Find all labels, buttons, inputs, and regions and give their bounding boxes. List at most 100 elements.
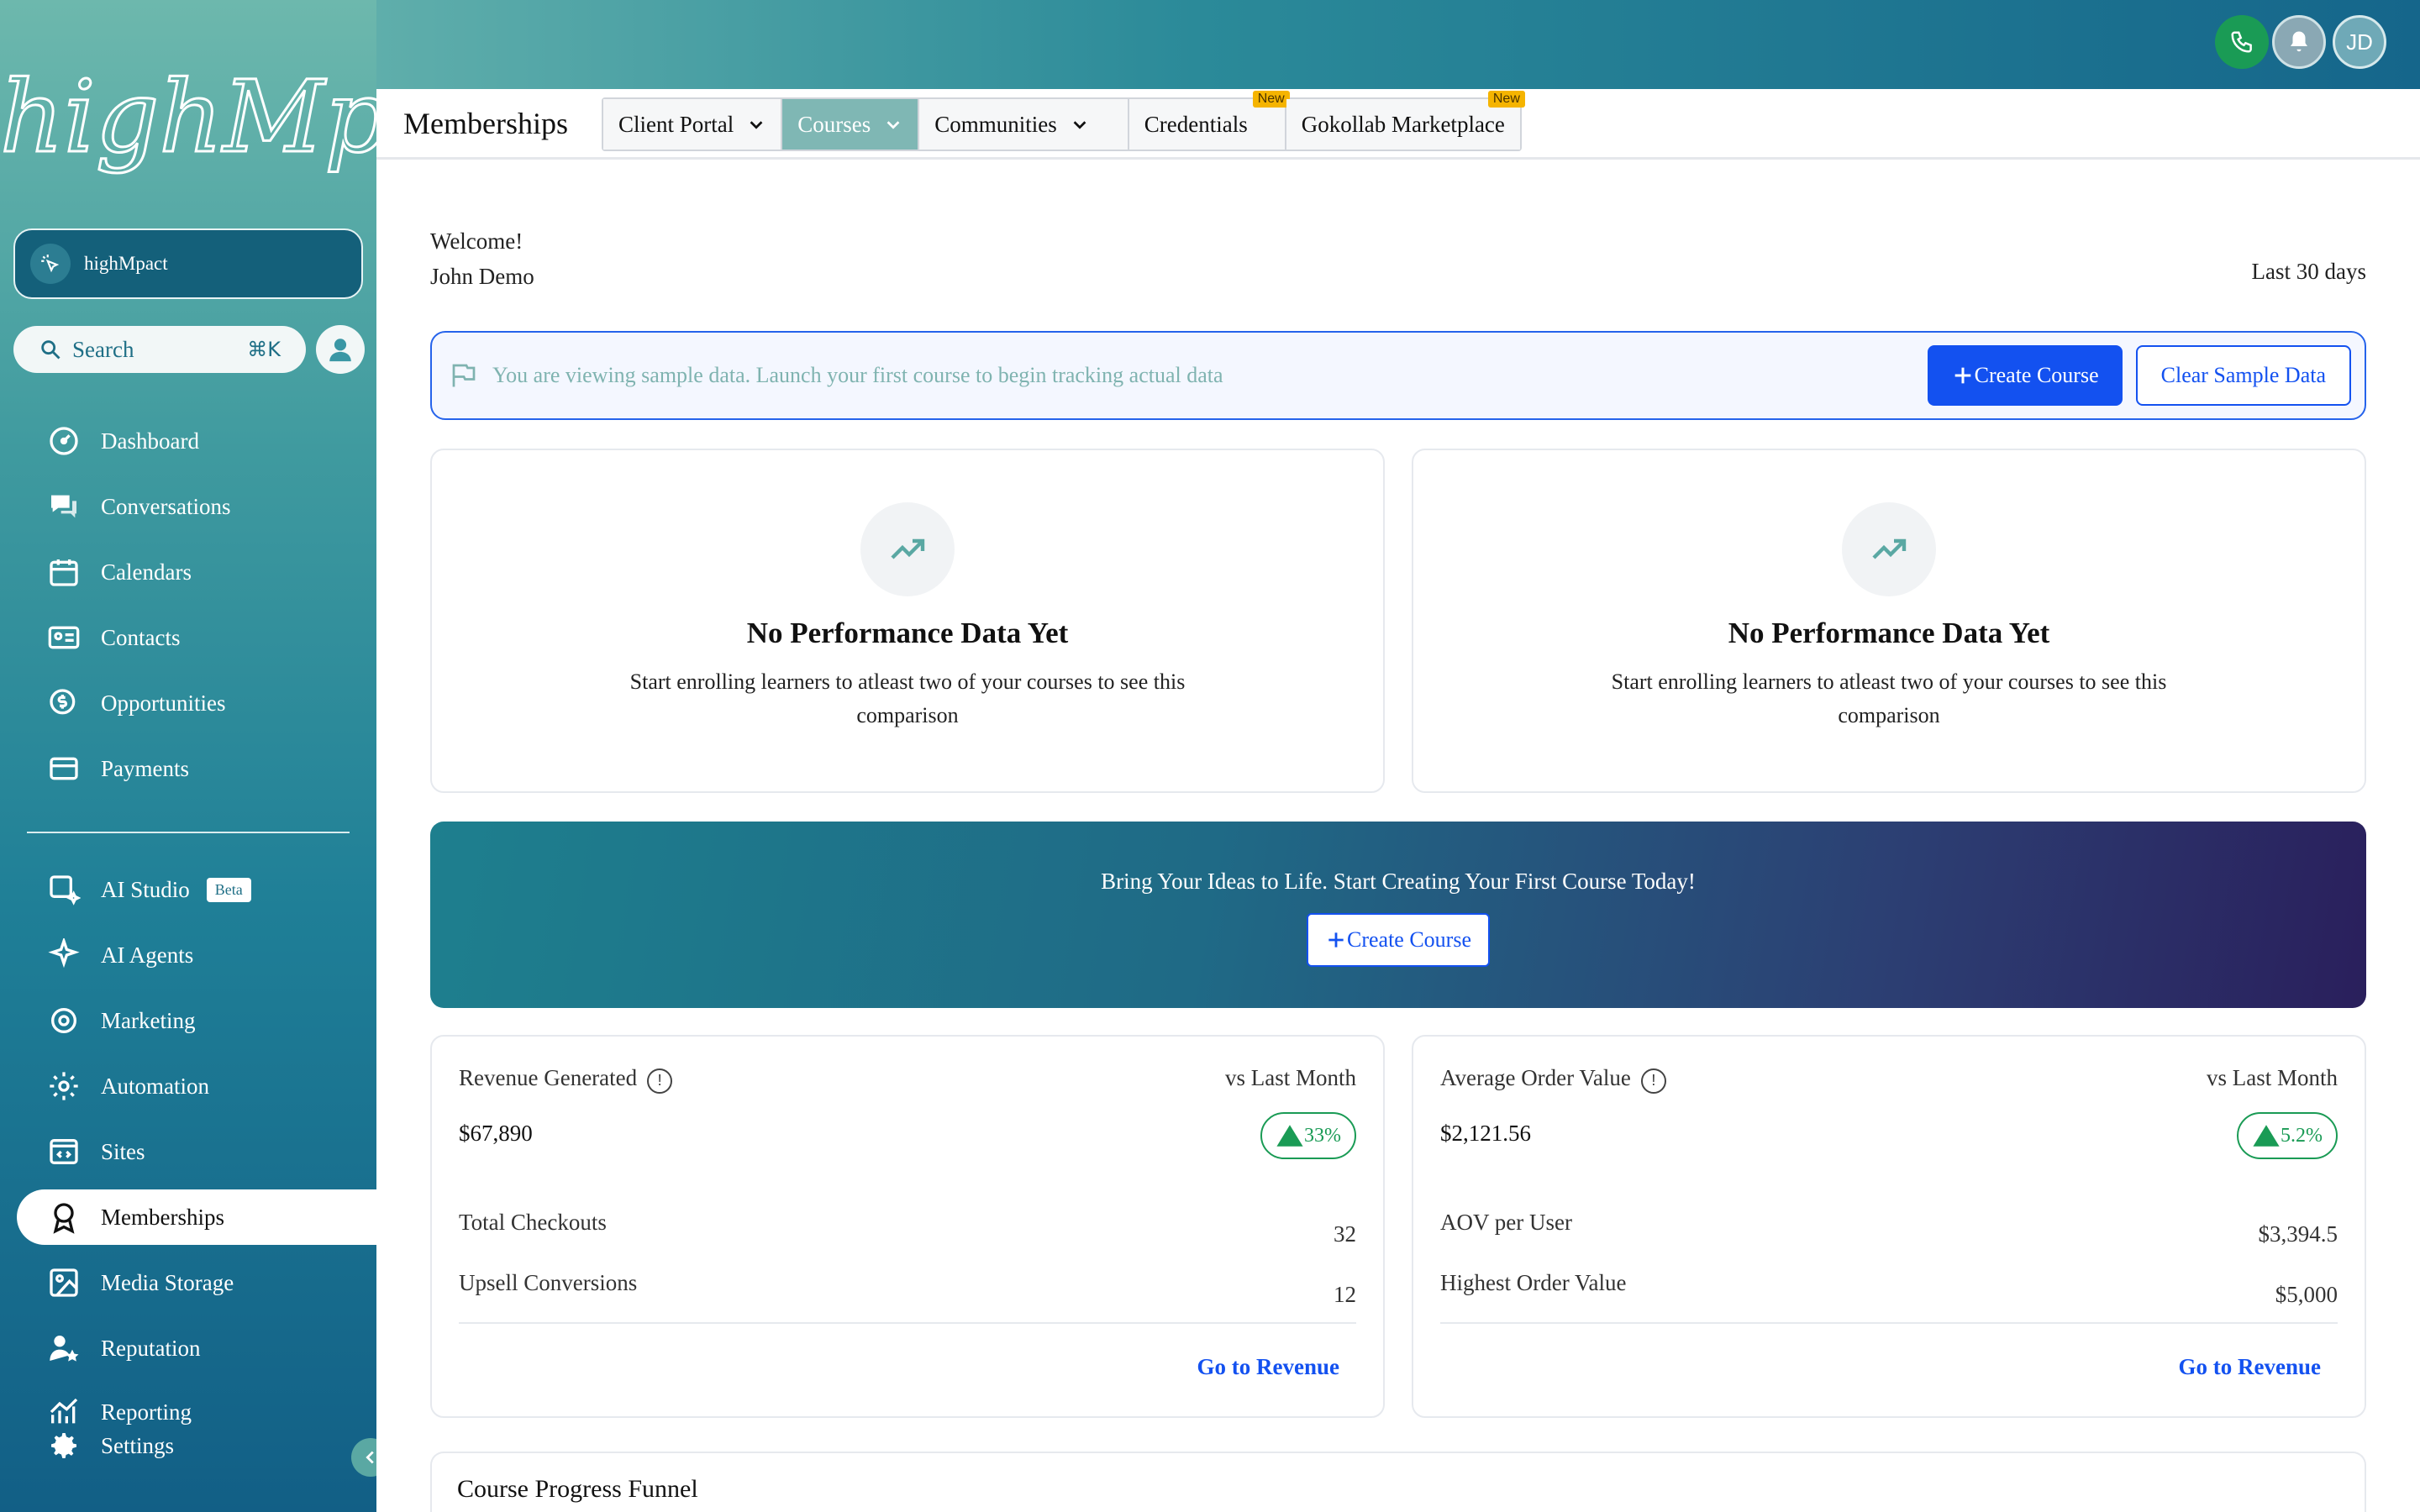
tab-courses[interactable]: Courses xyxy=(782,99,920,150)
stat-title-text: Average Order Value xyxy=(1440,1065,1631,1090)
sub-header: Memberships Client Portal Courses Commun… xyxy=(376,89,2420,160)
sidebar-divider xyxy=(27,832,350,833)
sidebar-item-sites[interactable]: Sites xyxy=(17,1124,376,1179)
go-to-revenue-link[interactable]: Go to Revenue xyxy=(1197,1354,1339,1380)
notifications-button[interactable] xyxy=(2272,15,2326,69)
logo-script: highMpact xyxy=(0,58,544,176)
search-icon xyxy=(41,340,60,360)
sidebar-item-ai-studio[interactable]: AI Studio Beta xyxy=(17,862,376,917)
empty-text: Start enrolling learners to atleast two … xyxy=(1611,669,2167,727)
sidebar-item-marketing[interactable]: Marketing xyxy=(17,993,376,1048)
change-value: 33% xyxy=(1304,1124,1341,1147)
metric-label: AOV per User xyxy=(1440,1210,1572,1235)
metric-label: Total Checkouts xyxy=(459,1210,607,1235)
aov-card: Average Order Value! vs Last Month $2,12… xyxy=(1412,1035,2366,1418)
chat-icon xyxy=(45,488,82,525)
sample-data-message: You are viewing sample data. Launch your… xyxy=(492,363,1223,387)
card-icon xyxy=(45,750,82,787)
profile-button[interactable] xyxy=(316,325,365,374)
tab-communities[interactable]: Communities xyxy=(919,99,1129,150)
stat-value: $67,890 xyxy=(459,1121,533,1146)
stat-compare: vs Last Month xyxy=(1224,1065,1356,1090)
flag-icon xyxy=(452,364,476,387)
triangle-up-icon xyxy=(2253,1125,2280,1147)
sidebar-item-automation[interactable]: Automation xyxy=(17,1058,376,1114)
tab-bar: Client Portal Courses Communities Creden… xyxy=(602,91,1525,151)
performance-empty-card: No Performance Data Yet Start enrolling … xyxy=(430,449,1385,793)
image-icon xyxy=(45,1264,82,1301)
stat-compare: vs Last Month xyxy=(2206,1065,2338,1090)
triangle-up-icon xyxy=(1276,1125,1303,1147)
sidebar-item-label: Contacts xyxy=(101,624,181,650)
stat-title-text: Revenue Generated xyxy=(459,1065,638,1090)
tab-client-portal[interactable]: Client Portal xyxy=(603,99,783,150)
tab-gokollab-marketplace[interactable]: Gokollab Marketplace New xyxy=(1286,91,1525,150)
create-course-button[interactable]: Create Course xyxy=(1927,345,2123,406)
sidebar-item-contacts[interactable]: Contacts xyxy=(17,610,376,665)
sidebar-item-label: AI Agents xyxy=(101,942,194,968)
phone-button[interactable] xyxy=(2215,15,2269,69)
tab-credentials[interactable]: Credentials New xyxy=(1128,91,1290,150)
sidebar-item-opportunities[interactable]: Opportunities xyxy=(17,675,376,731)
welcome-text: Welcome! xyxy=(430,228,523,254)
metric-value: 12 xyxy=(1334,1282,1356,1307)
user-name: John Demo xyxy=(430,264,534,289)
plus-icon xyxy=(1954,367,1970,384)
tab-label: Credentials xyxy=(1144,111,1248,137)
promo-text: Bring Your Ideas to Life. Start Creating… xyxy=(1101,869,1696,894)
date-range-selector[interactable]: Last 30 days xyxy=(2252,259,2366,285)
beta-badge: Beta xyxy=(206,877,251,902)
create-course-promo: Bring Your Ideas to Life. Start Creating… xyxy=(430,822,2366,1008)
go-to-revenue-link[interactable]: Go to Revenue xyxy=(2179,1354,2321,1380)
trending-up-icon xyxy=(860,502,955,596)
sidebar-item-dashboard[interactable]: Dashboard xyxy=(17,413,376,469)
sidebar: highMpact highMpact Search ⌘K Dashboard … xyxy=(0,0,544,1512)
sidebar-item-calendars[interactable]: Calendars xyxy=(17,544,376,600)
tab-label: Communities xyxy=(934,111,1057,137)
sample-data-banner: You are viewing sample data. Launch your… xyxy=(430,331,2366,420)
sidebar-item-conversations[interactable]: Conversations xyxy=(17,479,376,534)
welcome-block: Welcome! John Demo xyxy=(430,223,534,294)
clear-sample-data-button[interactable]: Clear Sample Data xyxy=(2135,345,2351,406)
avatar[interactable]: JD xyxy=(2333,15,2386,69)
info-icon[interactable]: ! xyxy=(1640,1068,1666,1094)
sidebar-item-settings[interactable]: Settings xyxy=(17,1418,376,1473)
sidebar-item-label: Conversations xyxy=(101,493,231,519)
sidebar-item-memberships[interactable]: Memberships xyxy=(17,1189,376,1245)
sidebar-item-label: Sites xyxy=(101,1138,145,1164)
sidebar-item-label: AI Studio xyxy=(101,876,190,902)
promo-create-course-button[interactable]: Create Course xyxy=(1306,913,1490,967)
info-icon[interactable]: ! xyxy=(647,1068,673,1094)
sidebar-item-ai-agents[interactable]: AI Agents xyxy=(17,927,376,983)
marketing-icon xyxy=(45,1002,82,1039)
empty-text: Start enrolling learners to atleast two … xyxy=(629,669,1186,727)
search-button[interactable]: Search ⌘K xyxy=(13,326,306,373)
pointer-click-icon xyxy=(30,244,71,284)
sidebar-item-label: Opportunities xyxy=(101,690,226,716)
award-icon xyxy=(45,1199,82,1236)
change-value: 5.2% xyxy=(2281,1124,2323,1147)
sidebar-item-label: Marketing xyxy=(101,1007,196,1033)
change-badge: 33% xyxy=(1260,1112,1356,1159)
empty-title: No Performance Data Yet xyxy=(1728,617,2050,649)
sidebar-item-label: Reputation xyxy=(101,1335,201,1361)
ai-studio-icon xyxy=(45,871,82,908)
search-shortcut: ⌘K xyxy=(247,338,281,361)
calendar-icon xyxy=(45,554,82,591)
funnel-title: Course Progress Funnel xyxy=(457,1475,698,1503)
sidebar-item-reputation[interactable]: Reputation xyxy=(17,1320,376,1376)
sidebar-item-label: Automation xyxy=(101,1073,209,1099)
sidebar-item-label: Calendars xyxy=(101,559,192,585)
stat-title: Revenue Generated! xyxy=(459,1065,673,1094)
revenue-card: Revenue Generated! vs Last Month $67,890… xyxy=(430,1035,1385,1418)
sidebar-item-label: Settings xyxy=(101,1432,175,1458)
gear-icon xyxy=(45,1427,82,1464)
top-header: JD xyxy=(376,0,2420,89)
sidebar-item-media-storage[interactable]: Media Storage xyxy=(17,1255,376,1310)
metric-value: 32 xyxy=(1334,1221,1356,1247)
sidebar-item-payments[interactable]: Payments xyxy=(17,741,376,796)
divider xyxy=(1440,1322,2338,1324)
brand-logo: highMpact xyxy=(0,25,544,210)
account-switcher[interactable]: highMpact xyxy=(13,228,363,299)
new-badge: New xyxy=(1487,91,1525,108)
